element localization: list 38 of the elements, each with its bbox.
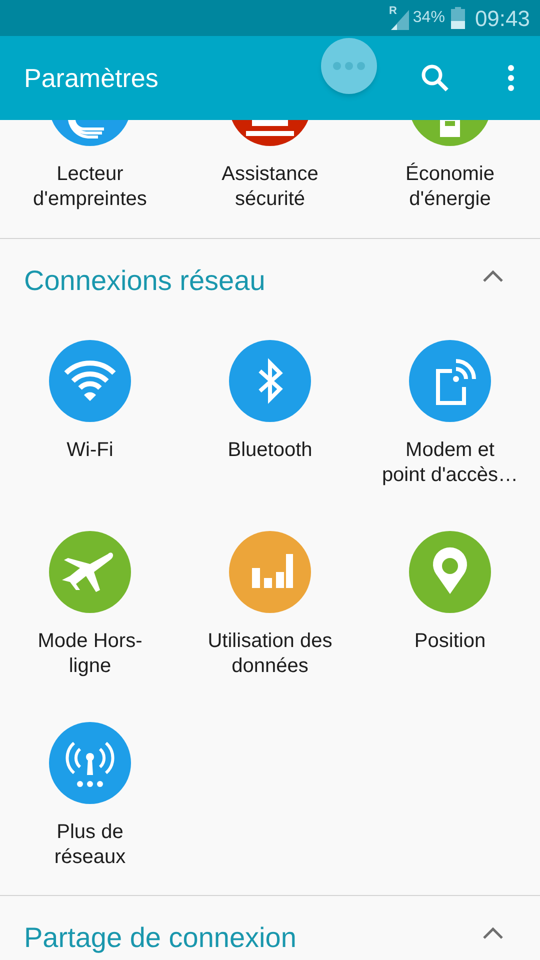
battery-icon — [450, 7, 465, 29]
search-icon[interactable] — [420, 63, 450, 93]
airplane-icon[interactable] — [49, 531, 131, 613]
setting-label[interactable]: ligne — [68, 654, 112, 679]
setting-label[interactable]: données — [232, 654, 308, 679]
clock: 09:43 — [474, 4, 530, 32]
hotspot-icon[interactable] — [409, 340, 491, 422]
setting-label[interactable]: sécurité — [234, 187, 306, 212]
setting-label[interactable]: Plus de — [56, 820, 124, 845]
setting-label[interactable]: Économie — [406, 162, 494, 187]
setting-label[interactable]: réseaux — [54, 845, 126, 870]
bluetooth-icon[interactable] — [229, 340, 311, 422]
network-type: R — [388, 4, 397, 19]
antenna-icon[interactable] — [49, 722, 131, 804]
dots-icon — [333, 62, 365, 70]
setting-label[interactable]: Utilisation des — [208, 629, 332, 654]
bar-chart-icon[interactable] — [229, 531, 311, 613]
section-header: Connexions réseau — [24, 264, 266, 298]
setting-label[interactable]: d'énergie — [409, 187, 491, 212]
setting-label[interactable]: Position — [414, 629, 486, 654]
setting-label[interactable]: d'empreintes — [33, 187, 147, 212]
section-header: Partage de connexion — [24, 921, 298, 955]
setting-label[interactable]: Assistance — [222, 162, 318, 187]
setting-label[interactable]: Wi-Fi — [66, 438, 114, 463]
location-pin-icon[interactable] — [409, 531, 491, 613]
collapse-chevron-icon[interactable] — [482, 927, 504, 939]
setting-label[interactable]: point d'accès… — [382, 463, 518, 488]
setting-label[interactable]: Modem et — [406, 438, 494, 463]
battery-percent: 34% — [412, 8, 445, 28]
fingerprint-icon[interactable] — [49, 120, 131, 146]
setting-label[interactable]: Lecteur — [56, 162, 124, 187]
floating-assistant-button[interactable] — [321, 38, 377, 94]
setting-label[interactable]: Bluetooth — [228, 438, 312, 463]
setting-label[interactable]: Mode Hors- — [38, 629, 142, 654]
app-title: Paramètres — [24, 62, 158, 94]
wifi-icon[interactable] — [49, 340, 131, 422]
collapse-chevron-icon[interactable] — [482, 270, 504, 282]
more-options-icon[interactable] — [508, 65, 514, 91]
